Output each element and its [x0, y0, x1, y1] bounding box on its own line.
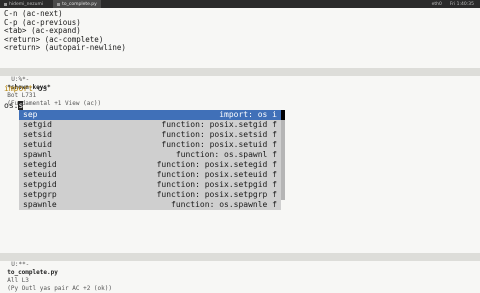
code-text: os [32, 84, 48, 93]
system-tray: eth0 Fri 1:40:35 [432, 2, 480, 7]
completion-item[interactable]: setuid function: posix.setuid f [19, 140, 281, 150]
completion-doc: import: os i [219, 110, 277, 119]
completion-item[interactable]: spawnle function: os.spawnle f [19, 200, 281, 210]
keyword: import [4, 84, 33, 93]
window-tab-label: to_complete.py [62, 1, 97, 7]
completion-name: spawnl [23, 150, 52, 159]
completion-doc: function: os.spawnl f [175, 150, 277, 159]
completion-name: setpgrp [23, 190, 57, 199]
mode-line-bottom: U:**- to_complete.py All L3 (Py Outl yas… [0, 253, 480, 292]
completion-item[interactable]: setgid function: posix.setgid f [19, 120, 281, 130]
completion-item[interactable]: sep import: os i [19, 110, 285, 120]
clock: Fri 1:40:35 [449, 1, 474, 7]
completion-doc: function: os.spawnle f [171, 200, 277, 209]
app-icon [57, 2, 61, 6]
completion-name: setgid [23, 120, 52, 129]
code-text: os. [4, 101, 19, 110]
completion-name: seteuid [23, 170, 57, 179]
code-line-2[interactable]: os.s [4, 101, 24, 110]
completion-item[interactable]: setpgid function: posix.setpgid f [19, 180, 281, 190]
completion-doc: function: posix.setuid f [161, 140, 277, 149]
window-tab-label: hidemi_nezumi [9, 1, 44, 7]
window-top-bar: hidemi_nezumi to_complete.py eth0 Fri 1:… [0, 0, 480, 8]
completion-item[interactable]: setsid function: posix.setsid f [19, 130, 281, 140]
autocomplete-popup[interactable]: sep import: os i setgid function: posix.… [19, 110, 285, 210]
completion-name: sep [23, 110, 38, 119]
text-cursor: s [18, 101, 24, 110]
modeline-flags: U:%*- [11, 76, 30, 83]
completion-doc: function: posix.setegid f [156, 160, 277, 169]
key-help-pane: C-n (ac-next) C-p (ac-previous) <tab> (a… [4, 9, 126, 53]
completion-item[interactable]: setegid function: posix.setegid f [19, 160, 281, 170]
completion-doc: function: posix.setpgid f [156, 180, 277, 189]
completion-name: spawnle [23, 200, 57, 209]
mode-line-top: U:%*- *shown-keys* Bot L731 (Fundamental… [0, 68, 480, 107]
network-indicator[interactable]: eth0 [432, 2, 442, 7]
modeline-modes: (Py Outl yas pair AC +2 (ok)) [7, 285, 112, 292]
completion-item[interactable]: spawnl function: os.spawnl f [19, 150, 281, 160]
completion-doc: function: posix.setpgrp f [156, 190, 277, 199]
help-line: <return> (autopair-newline) [4, 43, 126, 53]
popup-scrollbar-track[interactable] [281, 120, 285, 200]
modeline-position: All L3 [7, 277, 29, 284]
completion-doc: function: posix.setsid f [161, 130, 277, 139]
completion-name: setuid [23, 140, 52, 149]
app-icon [4, 2, 7, 6]
modeline-buffer-name[interactable]: to_complete.py [7, 269, 58, 276]
modeline-flags: U:**- [11, 261, 30, 268]
completion-name: setsid [23, 130, 52, 139]
completion-doc: function: posix.setgid f [161, 120, 277, 129]
completion-name: setpgid [23, 180, 57, 189]
modeline-position: Bot L731 [7, 92, 37, 99]
completion-name: setegid [23, 160, 57, 169]
code-line-1[interactable]: import os [4, 84, 47, 93]
window-tab-1[interactable]: to_complete.py [53, 0, 101, 8]
completion-item[interactable]: seteuid function: posix.seteuid f [19, 170, 281, 180]
completion-doc: function: posix.seteuid f [156, 170, 277, 179]
completion-item[interactable]: setpgrp function: posix.setpgrp f [19, 190, 281, 200]
popup-scrollbar-thumb[interactable] [281, 110, 285, 120]
window-tab-0[interactable]: hidemi_nezumi [0, 0, 47, 8]
